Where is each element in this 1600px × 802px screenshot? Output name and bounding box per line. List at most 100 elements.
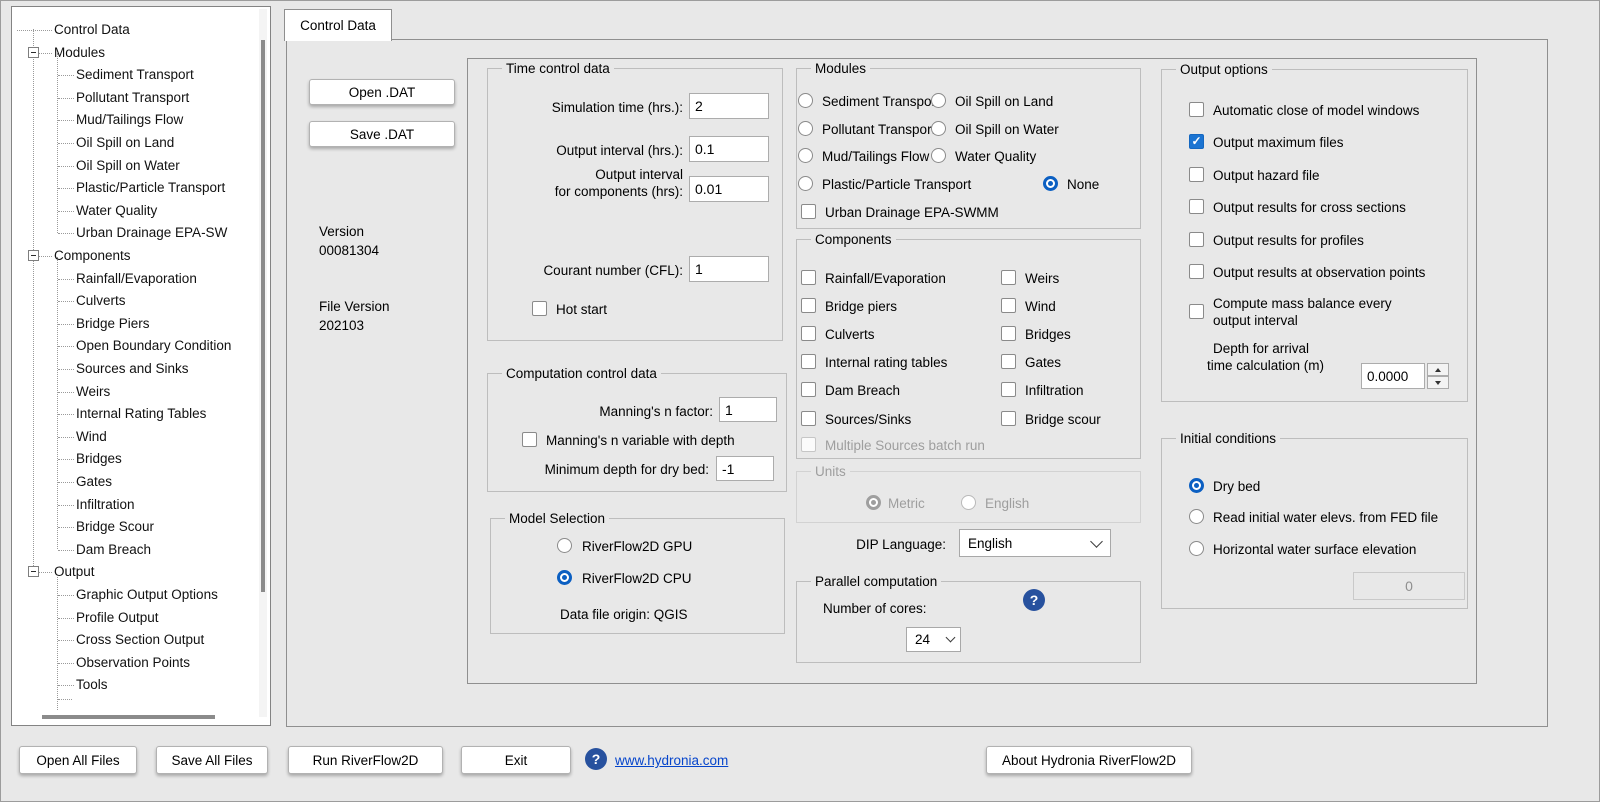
- number-of-cores-label: Number of cores:: [823, 601, 927, 616]
- tree-item-mud-tailings-flow[interactable]: Mud/Tailings Flow: [76, 112, 183, 127]
- dry-bed-radio[interactable]: [1189, 478, 1204, 493]
- simulation-time-input[interactable]: [689, 93, 769, 119]
- exit-button[interactable]: Exit: [461, 746, 571, 774]
- output-results-at-observation-points-checkbox[interactable]: [1189, 264, 1204, 279]
- rainfall-evaporation-checkbox[interactable]: [801, 270, 816, 285]
- pollutant-transport-radio[interactable]: [798, 121, 813, 136]
- oil-spill-on-land-radio[interactable]: [931, 93, 946, 108]
- tree-item-cross-section-output[interactable]: Cross Section Output: [76, 632, 204, 647]
- tree-item-internal-rating-tables[interactable]: Internal Rating Tables: [76, 406, 206, 421]
- tree-item-oil-spill-on-water[interactable]: Oil Spill on Water: [76, 158, 180, 173]
- tree-leader: [58, 414, 74, 415]
- tree-vertical-scrollbar-thumb[interactable]: [261, 40, 265, 592]
- mud-tailings-flow-radio[interactable]: [798, 148, 813, 163]
- open-dat-button[interactable]: Open .DAT: [309, 79, 455, 105]
- courant-number-input[interactable]: [689, 256, 769, 282]
- output-results-for-cross-sections-checkbox[interactable]: [1189, 199, 1204, 214]
- water-surface-elevation-input[interactable]: [1353, 572, 1465, 600]
- components-interval-input[interactable]: [689, 176, 769, 202]
- tree-item-components[interactable]: Components: [54, 248, 131, 263]
- open-all-files-button[interactable]: Open All Files: [19, 746, 137, 774]
- tree-horizontal-scrollbar-thumb[interactable]: [42, 715, 215, 719]
- horizontal-water-surface-elevation-radio[interactable]: [1189, 541, 1204, 556]
- wind-checkbox[interactable]: [1001, 298, 1016, 313]
- water-quality-radio[interactable]: [931, 148, 946, 163]
- tab-control-data[interactable]: Control Data: [284, 9, 392, 41]
- sources-sinks-checkbox[interactable]: [801, 411, 816, 426]
- read-initial-water-elevs-from-fed-file-radio[interactable]: [1189, 509, 1204, 524]
- collapse-icon[interactable]: [28, 250, 39, 261]
- bridge-piers-checkbox[interactable]: [801, 298, 816, 313]
- automatic-close-of-model-windows-checkbox[interactable]: [1189, 102, 1204, 117]
- tree-item-pollutant-transport[interactable]: Pollutant Transport: [76, 90, 189, 105]
- urban-drainage-epa-swmm-checkbox[interactable]: [801, 204, 816, 219]
- internal-rating-tables-checkbox[interactable]: [801, 354, 816, 369]
- multiple-sources-batch-run-checkbox[interactable]: [801, 437, 816, 452]
- tree-item-weirs[interactable]: Weirs: [76, 384, 110, 399]
- hydronia-link[interactable]: www.hydronia.com: [615, 753, 728, 768]
- none-radio[interactable]: [1043, 176, 1058, 191]
- tree-item-control-data[interactable]: Control Data: [54, 22, 130, 37]
- tree-item-culverts[interactable]: Culverts: [76, 293, 126, 308]
- spinner-up-button[interactable]: [1427, 363, 1449, 376]
- output-maximum-files-checkbox[interactable]: [1189, 134, 1204, 149]
- tree-item-rainfall-evaporation[interactable]: Rainfall/Evaporation: [76, 271, 197, 286]
- culverts-checkbox[interactable]: [801, 326, 816, 341]
- riverflow2d-gpu-radio[interactable]: [557, 538, 572, 553]
- tree-item-sources-and-sinks[interactable]: Sources and Sinks: [76, 361, 189, 376]
- tree-item-water-quality[interactable]: Water Quality: [76, 203, 157, 218]
- collapse-icon[interactable]: [28, 566, 39, 577]
- tree-item-gates[interactable]: Gates: [76, 474, 112, 489]
- manning-variable-checkbox[interactable]: [522, 432, 537, 447]
- output-interval-input[interactable]: [689, 136, 769, 162]
- tree-item-modules[interactable]: Modules: [54, 45, 105, 60]
- number-of-cores-value: 24: [915, 632, 930, 647]
- tree-item-open-boundary-condition[interactable]: Open Boundary Condition: [76, 338, 231, 353]
- weirs-checkbox[interactable]: [1001, 270, 1016, 285]
- tree-item-profile-output[interactable]: Profile Output: [76, 610, 159, 625]
- save-dat-button[interactable]: Save .DAT: [309, 121, 455, 147]
- gates-checkbox[interactable]: [1001, 354, 1016, 369]
- parallel-help-icon[interactable]: ?: [1023, 589, 1045, 611]
- tree-item-output[interactable]: Output: [54, 564, 95, 579]
- spinner-down-button[interactable]: [1427, 376, 1449, 389]
- tree-item-oil-spill-on-land[interactable]: Oil Spill on Land: [76, 135, 174, 150]
- dam-breach-checkbox[interactable]: [801, 382, 816, 397]
- output-results-for-profiles-checkbox[interactable]: [1189, 232, 1204, 247]
- min-depth-input[interactable]: [716, 456, 774, 481]
- oil-spill-on-water-radio[interactable]: [931, 121, 946, 136]
- number-of-cores-select[interactable]: 24: [906, 627, 961, 652]
- tree-item-tools[interactable]: Tools: [76, 677, 108, 692]
- sediment-transport-radio[interactable]: [798, 93, 813, 108]
- output-hazard-file-checkbox[interactable]: [1189, 167, 1204, 182]
- tree-item-bridges[interactable]: Bridges: [76, 451, 122, 466]
- riverflow2d-cpu-radio[interactable]: [557, 570, 572, 585]
- tree-item-bridge-piers[interactable]: Bridge Piers: [76, 316, 150, 331]
- infiltration-checkbox[interactable]: [1001, 382, 1016, 397]
- save-all-files-button[interactable]: Save All Files: [156, 746, 268, 774]
- collapse-icon[interactable]: [28, 47, 39, 58]
- tree-item-bridge-scour[interactable]: Bridge Scour: [76, 519, 154, 534]
- units-metric-radio[interactable]: [866, 495, 881, 510]
- tree-item-infiltration[interactable]: Infiltration: [76, 497, 135, 512]
- tree-item-wind[interactable]: Wind: [76, 429, 107, 444]
- bridge-scour-checkbox[interactable]: [1001, 411, 1016, 426]
- depth-arrival-input[interactable]: [1361, 363, 1425, 389]
- run-riverflow2d-button[interactable]: Run RiverFlow2D: [288, 746, 443, 774]
- tree-item-graphic-output-options[interactable]: Graphic Output Options: [76, 587, 218, 602]
- bottom-help-icon[interactable]: ?: [585, 748, 607, 770]
- about-button[interactable]: About Hydronia RiverFlow2D: [986, 746, 1192, 774]
- tree-item-sediment-transport[interactable]: Sediment Transport: [76, 67, 194, 82]
- bridges-checkbox[interactable]: [1001, 326, 1016, 341]
- tree-item-urban-drainage-epa-sw[interactable]: Urban Drainage EPA-SW: [76, 225, 227, 240]
- hot-start-checkbox[interactable]: [532, 301, 547, 316]
- plastic-particle-transport-radio[interactable]: [798, 176, 813, 191]
- compute-mass-balance-checkbox[interactable]: [1189, 304, 1204, 319]
- tree-item-observation-points[interactable]: Observation Points: [76, 655, 190, 670]
- tree-item-dam-breach[interactable]: Dam Breach: [76, 542, 151, 557]
- tree-item-plastic-particle-transport[interactable]: Plastic/Particle Transport: [76, 180, 225, 195]
- file-version-label: File Version: [319, 297, 390, 316]
- units-english-radio[interactable]: [961, 495, 976, 510]
- dip-language-select[interactable]: English: [959, 529, 1111, 557]
- manning-factor-input[interactable]: [719, 397, 777, 422]
